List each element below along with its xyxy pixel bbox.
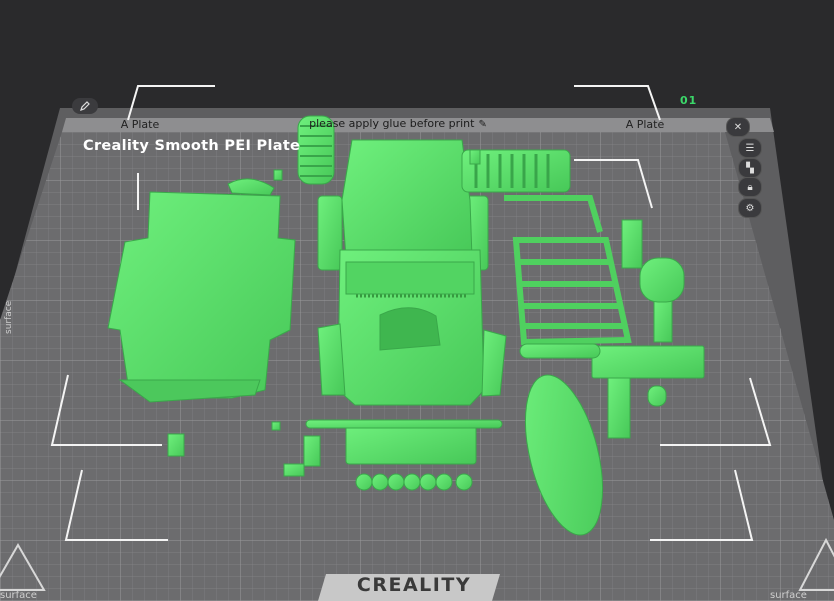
plate-index: 01 bbox=[680, 94, 698, 107]
rail-part[interactable] bbox=[519, 343, 601, 359]
build-plate-viewport[interactable] bbox=[0, 0, 834, 601]
rack-piece[interactable] bbox=[653, 299, 673, 343]
list-icon: ☰ bbox=[745, 142, 755, 154]
bumper-part[interactable] bbox=[591, 345, 705, 379]
auto-arrange-button[interactable]: ▚ bbox=[738, 158, 762, 178]
pencil-icon bbox=[80, 101, 90, 111]
plate-list-button[interactable]: ☰ bbox=[738, 138, 762, 158]
bed-side-label: surface bbox=[4, 300, 14, 334]
small-part[interactable] bbox=[271, 421, 281, 431]
plate-settings-button[interactable]: ⚙ bbox=[738, 198, 762, 218]
lock-icon: 🔒︎ bbox=[747, 181, 753, 193]
small-block-part[interactable] bbox=[647, 385, 667, 407]
gear-icon: ⚙ bbox=[745, 202, 755, 214]
close-icon: ✕ bbox=[733, 121, 743, 133]
small-part[interactable] bbox=[469, 149, 481, 165]
lock-plate-button[interactable]: 🔒︎ bbox=[738, 177, 762, 197]
plate-name-tab-left[interactable]: A Plate bbox=[80, 117, 200, 132]
rack-piece[interactable] bbox=[621, 219, 643, 269]
rod-part[interactable] bbox=[305, 419, 503, 429]
brand-logo-text: CREALITY bbox=[356, 574, 472, 596]
close-plate-button[interactable]: ✕ bbox=[726, 117, 750, 137]
auto-arrange-icon: ▚ bbox=[746, 162, 754, 174]
small-part[interactable] bbox=[273, 169, 283, 181]
spare-wheel-part[interactable] bbox=[639, 257, 685, 303]
side-panel-part[interactable] bbox=[317, 195, 343, 271]
small-part[interactable] bbox=[283, 463, 305, 477]
plate-name-tab-right[interactable]: A Plate bbox=[584, 117, 706, 132]
small-part[interactable] bbox=[303, 435, 321, 467]
plate-type-title: Creality Smooth PEI Plate bbox=[83, 138, 301, 154]
plate-note[interactable]: please apply glue before print ✎ bbox=[228, 116, 568, 132]
hood-part[interactable] bbox=[345, 423, 477, 465]
bed-bottom-left-label: surface bbox=[0, 590, 37, 601]
small-part[interactable] bbox=[167, 433, 185, 457]
bed-bottom-right-label: surface bbox=[770, 590, 807, 601]
edit-note-icon[interactable]: ✎ bbox=[478, 117, 486, 133]
small-block-part[interactable] bbox=[607, 377, 631, 439]
plate-note-text: please apply glue before print bbox=[309, 117, 475, 130]
edit-plate-button[interactable] bbox=[72, 98, 98, 114]
